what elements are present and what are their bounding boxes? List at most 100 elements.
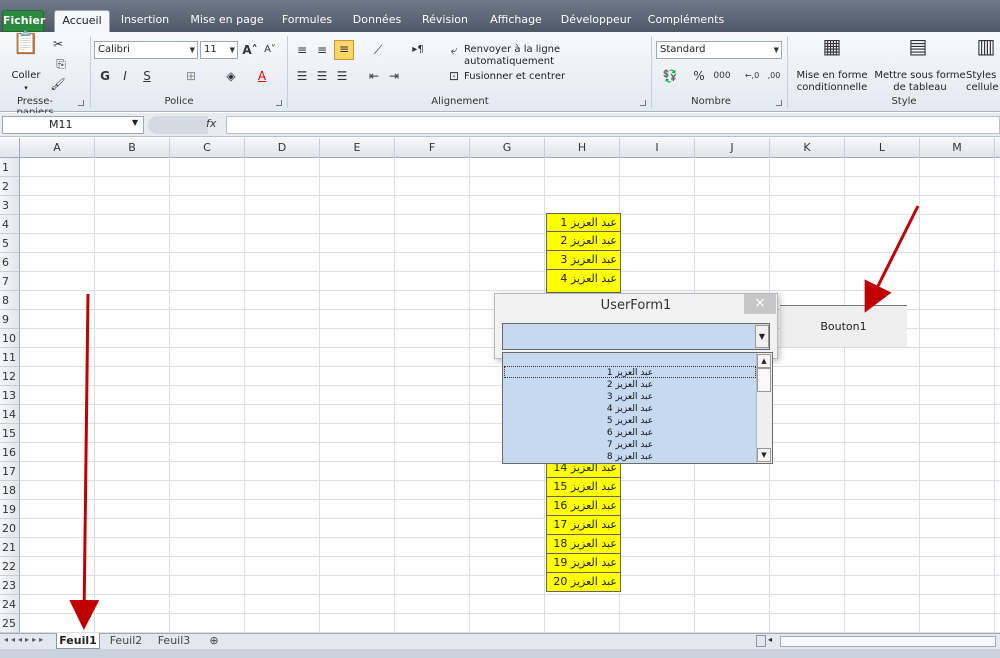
italic-button[interactable]: I — [118, 68, 132, 84]
table-format-icon[interactable]: ▤ — [904, 36, 932, 64]
cell-h20[interactable]: عبد العزيز 17 — [546, 516, 621, 535]
row-header-2[interactable]: 2 — [0, 177, 20, 196]
chevron-down-icon[interactable]: ▼ — [755, 325, 769, 348]
list-item[interactable]: عبد العزيز 8 — [505, 451, 755, 463]
tab-affichage[interactable]: Affichage — [484, 10, 548, 32]
row-header-18[interactable]: 18 — [0, 481, 20, 500]
row-header-16[interactable]: 16 — [0, 443, 20, 462]
dialog-launcher-icon[interactable] — [78, 100, 84, 106]
cell-h21[interactable]: عبد العزيز 18 — [546, 535, 621, 554]
row-header-23[interactable]: 23 — [0, 576, 20, 595]
row-header-15[interactable]: 15 — [0, 424, 20, 443]
tab-revision[interactable]: Révision — [416, 10, 474, 32]
tab-developpeur[interactable]: Développeur — [558, 10, 634, 32]
row-header-6[interactable]: 6 — [0, 253, 20, 272]
column-header-e[interactable]: E — [320, 138, 395, 158]
currency-icon[interactable]: 💱 — [660, 68, 680, 84]
percent-button[interactable]: % — [692, 68, 706, 84]
column-header-k[interactable]: K — [770, 138, 845, 158]
cell-h22[interactable]: عبد العزيز 19 — [546, 554, 621, 573]
fill-color-icon[interactable]: ◈ — [222, 68, 240, 84]
cell-styles-button[interactable]: Styles cellule — [966, 70, 1000, 94]
name-box[interactable]: M11 — [2, 116, 144, 134]
format-painter-icon[interactable]: 🖌 — [50, 76, 66, 92]
paste-icon[interactable]: 📋 — [12, 33, 40, 66]
font-color-icon[interactable]: A — [254, 68, 270, 84]
sheet-nav-arrows-icon[interactable]: ◂◂◂▸▸▸ — [4, 635, 46, 644]
row-header-8[interactable]: 8 — [0, 291, 20, 310]
list-item[interactable]: عبد العزيز 3 — [505, 391, 755, 403]
dialog-launcher-icon[interactable] — [640, 100, 646, 106]
row-header-13[interactable]: 13 — [0, 386, 20, 405]
row-header-12[interactable]: 12 — [0, 367, 20, 386]
list-item[interactable]: عبد العزيز 4 — [505, 403, 755, 415]
number-format-combo[interactable]: Standard ▼ — [656, 41, 782, 59]
row-header-11[interactable]: 11 — [0, 348, 20, 367]
dialog-launcher-icon[interactable] — [776, 100, 782, 106]
cell-styles-icon[interactable]: ▥ — [972, 36, 1000, 64]
cell-h23[interactable]: عبد العزيز 20 — [546, 573, 621, 592]
increase-decimal-button[interactable]: ←,0 — [742, 68, 762, 84]
conditional-format-button[interactable]: Mise en forme conditionnelle — [792, 70, 872, 94]
scroll-thumb[interactable] — [757, 368, 771, 392]
conditional-format-icon[interactable]: ▦ — [818, 36, 846, 64]
bouton1-button[interactable]: Bouton1 — [780, 305, 907, 347]
align-top-icon[interactable]: ≡ — [294, 42, 310, 58]
align-middle-icon[interactable]: ≡ — [314, 42, 330, 58]
row-header-9[interactable]: 9 — [0, 310, 20, 329]
split-handle[interactable] — [756, 635, 766, 647]
column-header-b[interactable]: B — [95, 138, 170, 158]
list-item[interactable]: عبد العزيز 1 — [505, 367, 755, 379]
row-header-17[interactable]: 17 — [0, 462, 20, 481]
list-item[interactable]: عبد العزيز 7 — [505, 439, 755, 451]
grow-font-icon[interactable]: A˄ — [242, 42, 258, 58]
scroll-down-icon[interactable]: ▼ — [757, 448, 771, 462]
column-header-i[interactable]: I — [620, 138, 695, 158]
font-name-combo[interactable]: Calibri ▼ — [94, 41, 198, 59]
column-header-m[interactable]: M — [920, 138, 995, 158]
column-header-c[interactable]: C — [170, 138, 245, 158]
underline-button[interactable]: S — [140, 68, 154, 84]
column-header-a[interactable]: A — [20, 138, 95, 158]
tab-accueil[interactable]: Accueil — [54, 10, 110, 32]
row-header-1[interactable]: 1 — [0, 158, 20, 177]
cell-h4[interactable]: عبد العزيز 1 — [546, 213, 621, 232]
tab-donnees[interactable]: Données — [346, 10, 408, 32]
row-header-4[interactable]: 4 — [0, 215, 20, 234]
cell-h18[interactable]: عبد العزيز 15 — [546, 478, 621, 497]
increase-indent-icon[interactable]: ⇥ — [386, 68, 402, 84]
merge-button[interactable]: Fusionner et centrer — [464, 71, 594, 83]
tab-insertion[interactable]: Insertion — [116, 10, 174, 32]
cell-h5[interactable]: عبد العزيز 2 — [546, 232, 621, 251]
column-header-j[interactable]: J — [695, 138, 770, 158]
decrease-decimal-button[interactable]: ,00 — [764, 68, 784, 84]
shrink-font-icon[interactable]: A˅ — [262, 42, 278, 58]
orientation-icon[interactable]: ⟋ — [366, 42, 390, 58]
align-center-icon[interactable]: ☰ — [314, 68, 330, 84]
list-item[interactable]: عبد العزيز 6 — [505, 427, 755, 439]
decrease-indent-icon[interactable]: ⇤ — [366, 68, 382, 84]
cell-h6[interactable]: عبد العزيز 3 — [546, 251, 621, 270]
column-header-l[interactable]: L — [845, 138, 920, 158]
column-header-g[interactable]: G — [470, 138, 545, 158]
list-item[interactable]: عبد العزيز 2 — [505, 379, 755, 391]
tab-formules[interactable]: Formules — [278, 10, 336, 32]
row-header-24[interactable]: 24 — [0, 595, 20, 614]
row-header-19[interactable]: 19 — [0, 500, 20, 519]
column-header-d[interactable]: D — [245, 138, 320, 158]
copy-icon[interactable]: ⎘ — [50, 56, 72, 72]
chevron-down-icon[interactable]: ▼ — [132, 118, 138, 127]
cell-h19[interactable]: عبد العزيز 16 — [546, 497, 621, 516]
thousands-button[interactable]: 000 — [712, 68, 732, 84]
select-all-corner[interactable] — [0, 138, 20, 158]
wrap-text-icon[interactable]: ⤶ — [446, 42, 462, 58]
align-right-icon[interactable]: ☰ — [334, 68, 350, 84]
cell-h7[interactable]: عبد العزيز 4 — [546, 270, 621, 293]
align-left-icon[interactable]: ☰ — [294, 68, 310, 84]
tab-mise-en-page[interactable]: Mise en page — [186, 10, 268, 32]
formula-bar-splitter[interactable] — [148, 116, 208, 134]
bold-button[interactable]: G — [98, 68, 112, 84]
formula-input[interactable] — [226, 116, 1000, 134]
dialog-launcher-icon[interactable] — [276, 100, 282, 106]
scroll-left-icon[interactable]: ◂ — [768, 635, 772, 644]
